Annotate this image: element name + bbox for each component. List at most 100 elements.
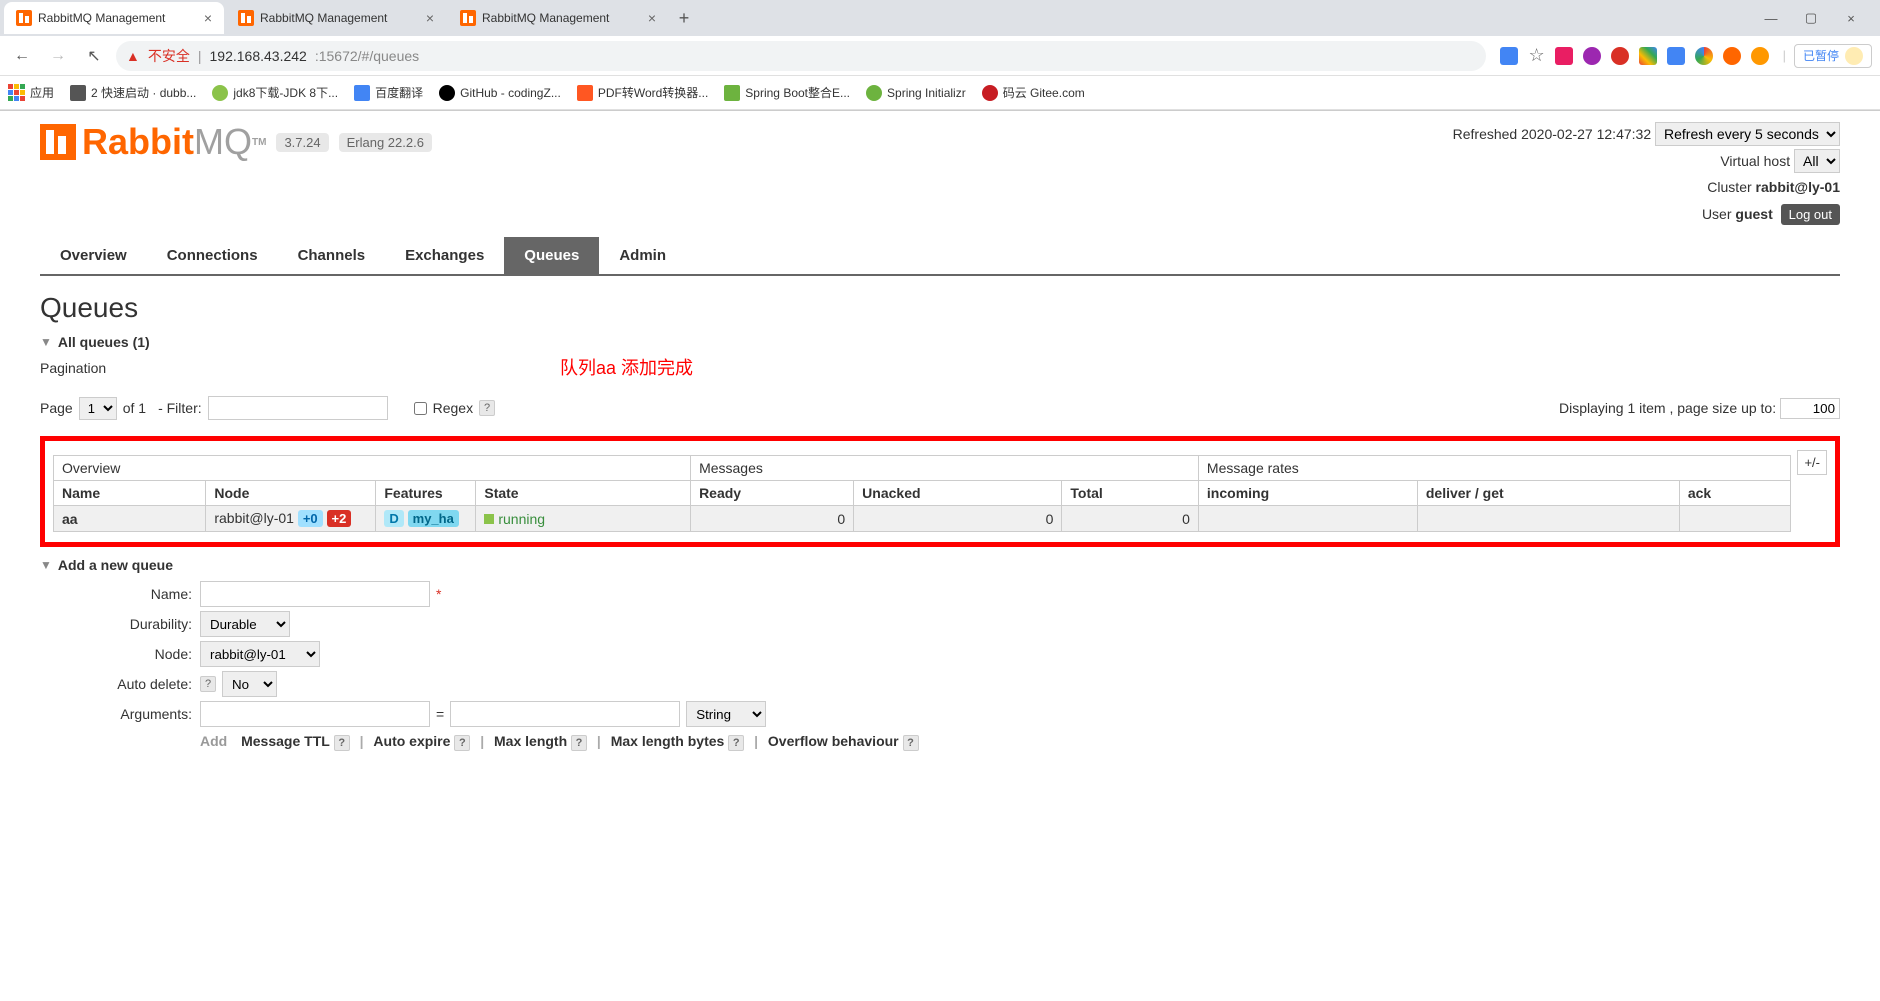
- arg-key-input[interactable]: [200, 701, 430, 727]
- forward-button[interactable]: →: [44, 42, 72, 70]
- help-icon[interactable]: ?: [903, 735, 919, 751]
- github-icon: [439, 85, 455, 101]
- help-icon[interactable]: ?: [334, 735, 350, 751]
- minimize-button[interactable]: —: [1756, 3, 1786, 33]
- name-input[interactable]: [200, 581, 430, 607]
- columns-toggle[interactable]: +/-: [1797, 450, 1827, 475]
- ext-icon-orange2[interactable]: [1751, 47, 1769, 65]
- tab-queues[interactable]: Queues: [504, 237, 599, 274]
- hint-max-length-bytes[interactable]: Max length bytes: [611, 733, 725, 749]
- paused-badge[interactable]: 已暂停: [1794, 44, 1872, 68]
- refresh-interval-select[interactable]: Refresh every 5 seconds: [1655, 122, 1840, 146]
- arg-type-select[interactable]: String: [686, 701, 766, 727]
- queue-name[interactable]: aa: [62, 511, 78, 527]
- th-node[interactable]: Node: [206, 481, 376, 506]
- tab-channels[interactable]: Channels: [278, 237, 386, 274]
- page-select[interactable]: 1: [79, 397, 117, 420]
- help-icon[interactable]: ?: [479, 400, 495, 416]
- maximize-button[interactable]: ▢: [1796, 3, 1826, 33]
- regex-checkbox[interactable]: [414, 402, 427, 415]
- chevron-down-icon: ▼: [40, 335, 52, 349]
- tab-close-icon[interactable]: ×: [204, 10, 212, 26]
- back-button[interactable]: ←: [8, 42, 36, 70]
- ext-icon-orange1[interactable]: [1723, 47, 1741, 65]
- th-total[interactable]: Total: [1062, 481, 1199, 506]
- filter-input[interactable]: [208, 396, 388, 420]
- translate-icon[interactable]: [1500, 47, 1518, 65]
- annotation-text: 队列aa 添加完成: [560, 354, 693, 380]
- th-name[interactable]: Name: [54, 481, 206, 506]
- help-icon[interactable]: ?: [454, 735, 470, 751]
- rabbitmq-icon: [460, 10, 476, 26]
- all-queues-toggle[interactable]: ▼ All queues (1): [40, 334, 1840, 350]
- th-ready[interactable]: Ready: [691, 481, 854, 506]
- bookmark-item[interactable]: Spring Boot整合E...: [724, 84, 850, 101]
- bookmark-item[interactable]: GitHub - codingZ...: [439, 85, 561, 101]
- close-button[interactable]: ×: [1836, 3, 1866, 33]
- browser-tab-2[interactable]: RabbitMQ Management ×: [226, 2, 446, 34]
- auto-delete-label: Auto delete:: [40, 676, 200, 692]
- th-state[interactable]: State: [476, 481, 691, 506]
- hint-auto-expire[interactable]: Auto expire: [373, 733, 450, 749]
- cluster-name: rabbit@ly-01: [1756, 179, 1840, 195]
- durability-select[interactable]: Durable: [200, 611, 290, 637]
- th-ack[interactable]: ack: [1679, 481, 1791, 506]
- bookmark-item[interactable]: 码云 Gitee.com: [982, 84, 1085, 101]
- ext-icon-color[interactable]: [1695, 47, 1713, 65]
- tab-title: RabbitMQ Management: [38, 11, 198, 25]
- badge-plus-0: +0: [298, 510, 323, 527]
- ext-icon-purple[interactable]: [1583, 47, 1601, 65]
- help-icon[interactable]: ?: [200, 676, 216, 692]
- ext-icon-multi[interactable]: [1639, 47, 1657, 65]
- bookmark-label: GitHub - codingZ...: [460, 86, 561, 100]
- logout-button[interactable]: Log out: [1781, 204, 1840, 225]
- spring-icon: [866, 85, 882, 101]
- hint-max-length[interactable]: Max length: [494, 733, 567, 749]
- th-features[interactable]: Features: [376, 481, 476, 506]
- th-incoming[interactable]: incoming: [1198, 481, 1417, 506]
- bookmark-star-icon[interactable]: ☆: [1528, 45, 1544, 66]
- bookmark-item[interactable]: jdk8下载-JDK 8下...: [212, 84, 338, 101]
- rabbitmq-logo: RabbitMQTM: [40, 121, 266, 163]
- cell-deliver: [1417, 506, 1679, 532]
- node-select[interactable]: rabbit@ly-01: [200, 641, 320, 667]
- bookmark-label: 2 快速启动 · dubb...: [91, 84, 196, 101]
- browser-tab-1[interactable]: RabbitMQ Management ×: [4, 2, 224, 34]
- ext-icon-blue[interactable]: [1667, 47, 1685, 65]
- auto-delete-select[interactable]: No: [222, 671, 277, 697]
- table-row[interactable]: aa rabbit@ly-01 +0 +2 D my_ha running 0 …: [54, 506, 1791, 532]
- tab-close-icon[interactable]: ×: [648, 10, 656, 26]
- cell-unacked: 0: [854, 506, 1062, 532]
- vhost-select[interactable]: All: [1794, 149, 1840, 173]
- th-messages: Messages: [691, 456, 1199, 481]
- tab-close-icon[interactable]: ×: [426, 10, 434, 26]
- ext-icon-fe[interactable]: [1555, 47, 1573, 65]
- bookmark-item[interactable]: PDF转Word转换器...: [577, 84, 708, 101]
- hint-overflow[interactable]: Overflow behaviour: [768, 733, 899, 749]
- tab-title: RabbitMQ Management: [260, 11, 420, 25]
- apps-button[interactable]: 应用: [8, 84, 54, 101]
- bookmark-item[interactable]: 百度翻译: [354, 84, 423, 101]
- avatar-icon: [1845, 47, 1863, 65]
- th-overview: Overview: [54, 456, 691, 481]
- tab-connections[interactable]: Connections: [147, 237, 278, 274]
- add-queue-toggle[interactable]: ▼ Add a new queue: [40, 557, 1840, 573]
- hint-message-ttl[interactable]: Message TTL: [241, 733, 330, 749]
- badge-ha: my_ha: [408, 510, 459, 527]
- th-deliver[interactable]: deliver / get: [1417, 481, 1679, 506]
- new-tab-button[interactable]: +: [670, 4, 698, 32]
- bookmark-item[interactable]: Spring Initializr: [866, 85, 966, 101]
- browser-tab-3[interactable]: RabbitMQ Management ×: [448, 2, 668, 34]
- bookmark-item[interactable]: 2 快速启动 · dubb...: [70, 84, 196, 101]
- help-icon[interactable]: ?: [571, 735, 587, 751]
- address-bar[interactable]: ▲ 不安全 | 192.168.43.242:15672/#/queues: [116, 41, 1486, 71]
- adblock-icon[interactable]: [1611, 47, 1629, 65]
- page-size-input[interactable]: [1780, 398, 1840, 419]
- tab-admin[interactable]: Admin: [599, 237, 686, 274]
- help-icon[interactable]: ?: [728, 735, 744, 751]
- rabbitmq-icon: [40, 124, 76, 160]
- tab-exchanges[interactable]: Exchanges: [385, 237, 504, 274]
- th-unacked[interactable]: Unacked: [854, 481, 1062, 506]
- tab-overview[interactable]: Overview: [40, 237, 147, 274]
- arg-value-input[interactable]: [450, 701, 680, 727]
